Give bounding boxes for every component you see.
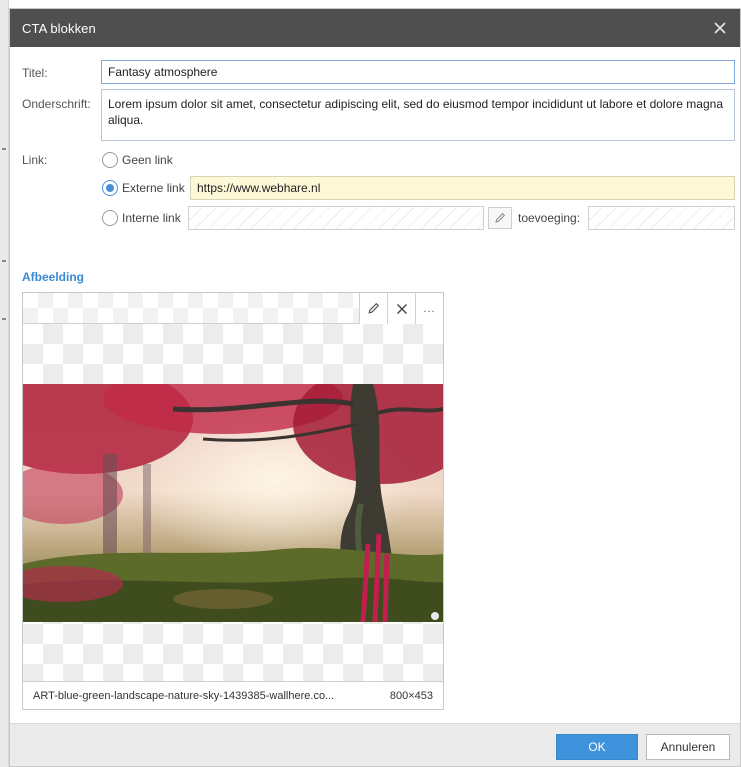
image-preview-area [23, 324, 443, 681]
landscape-photo [23, 384, 443, 622]
close-icon[interactable] [712, 20, 728, 36]
more-icon: ... [423, 302, 436, 315]
dialog-titlebar: CTA blokken [10, 9, 740, 47]
link-label: Link: [22, 153, 48, 167]
caption-label: Onderschrift: [22, 97, 91, 111]
image-more-button[interactable]: ... [415, 293, 443, 324]
background-mark [2, 148, 6, 150]
ok-button[interactable]: OK [556, 734, 638, 760]
image-preview [23, 384, 443, 622]
background-mark [2, 318, 6, 320]
pencil-icon [495, 212, 506, 223]
background-mark [2, 260, 6, 262]
title-label: Titel: [22, 66, 48, 80]
internal-link-input[interactable] [188, 206, 484, 230]
image-toolbar: ... [23, 293, 443, 324]
title-input[interactable]: Fantasy atmosphere [101, 60, 735, 84]
external-url-input[interactable]: https://www.webhare.nl [190, 176, 735, 200]
dialog-footer: OK Annuleren [10, 723, 740, 766]
radio-geen-link-label[interactable]: Geen link [122, 153, 173, 167]
caption-textarea[interactable]: Lorem ipsum dolor sit amet, consectetur … [101, 89, 735, 141]
image-section-heading: Afbeelding [22, 270, 84, 284]
radio-interne-link[interactable] [102, 210, 118, 226]
cancel-button[interactable]: Annuleren [646, 734, 730, 760]
image-filename: ART-blue-green-landscape-nature-sky-1439… [33, 689, 335, 702]
radio-externe-link-label[interactable]: Externe link [122, 181, 185, 195]
radio-externe-link[interactable] [102, 180, 118, 196]
image-panel: ... ART-blue-green-landscape-nature-sky-… [22, 292, 444, 710]
addition-label: toevoeging: [518, 211, 581, 225]
close-icon [396, 303, 407, 314]
addition-input[interactable] [588, 206, 735, 230]
image-info-bar: ART-blue-green-landscape-nature-sky-1439… [23, 681, 443, 709]
image-dimensions: 800×453 [389, 689, 433, 702]
internal-link-edit-button[interactable] [488, 207, 512, 229]
image-edit-button[interactable] [359, 293, 387, 324]
background-app-edge [0, 0, 9, 767]
radio-geen-link[interactable] [102, 152, 118, 168]
radio-interne-link-label[interactable]: Interne link [122, 211, 181, 225]
image-remove-button[interactable] [387, 293, 415, 324]
dialog-title: CTA blokken [22, 20, 96, 36]
cta-dialog: CTA blokken Titel: Fantasy atmosphere On… [9, 8, 741, 767]
pencil-icon [368, 302, 380, 314]
